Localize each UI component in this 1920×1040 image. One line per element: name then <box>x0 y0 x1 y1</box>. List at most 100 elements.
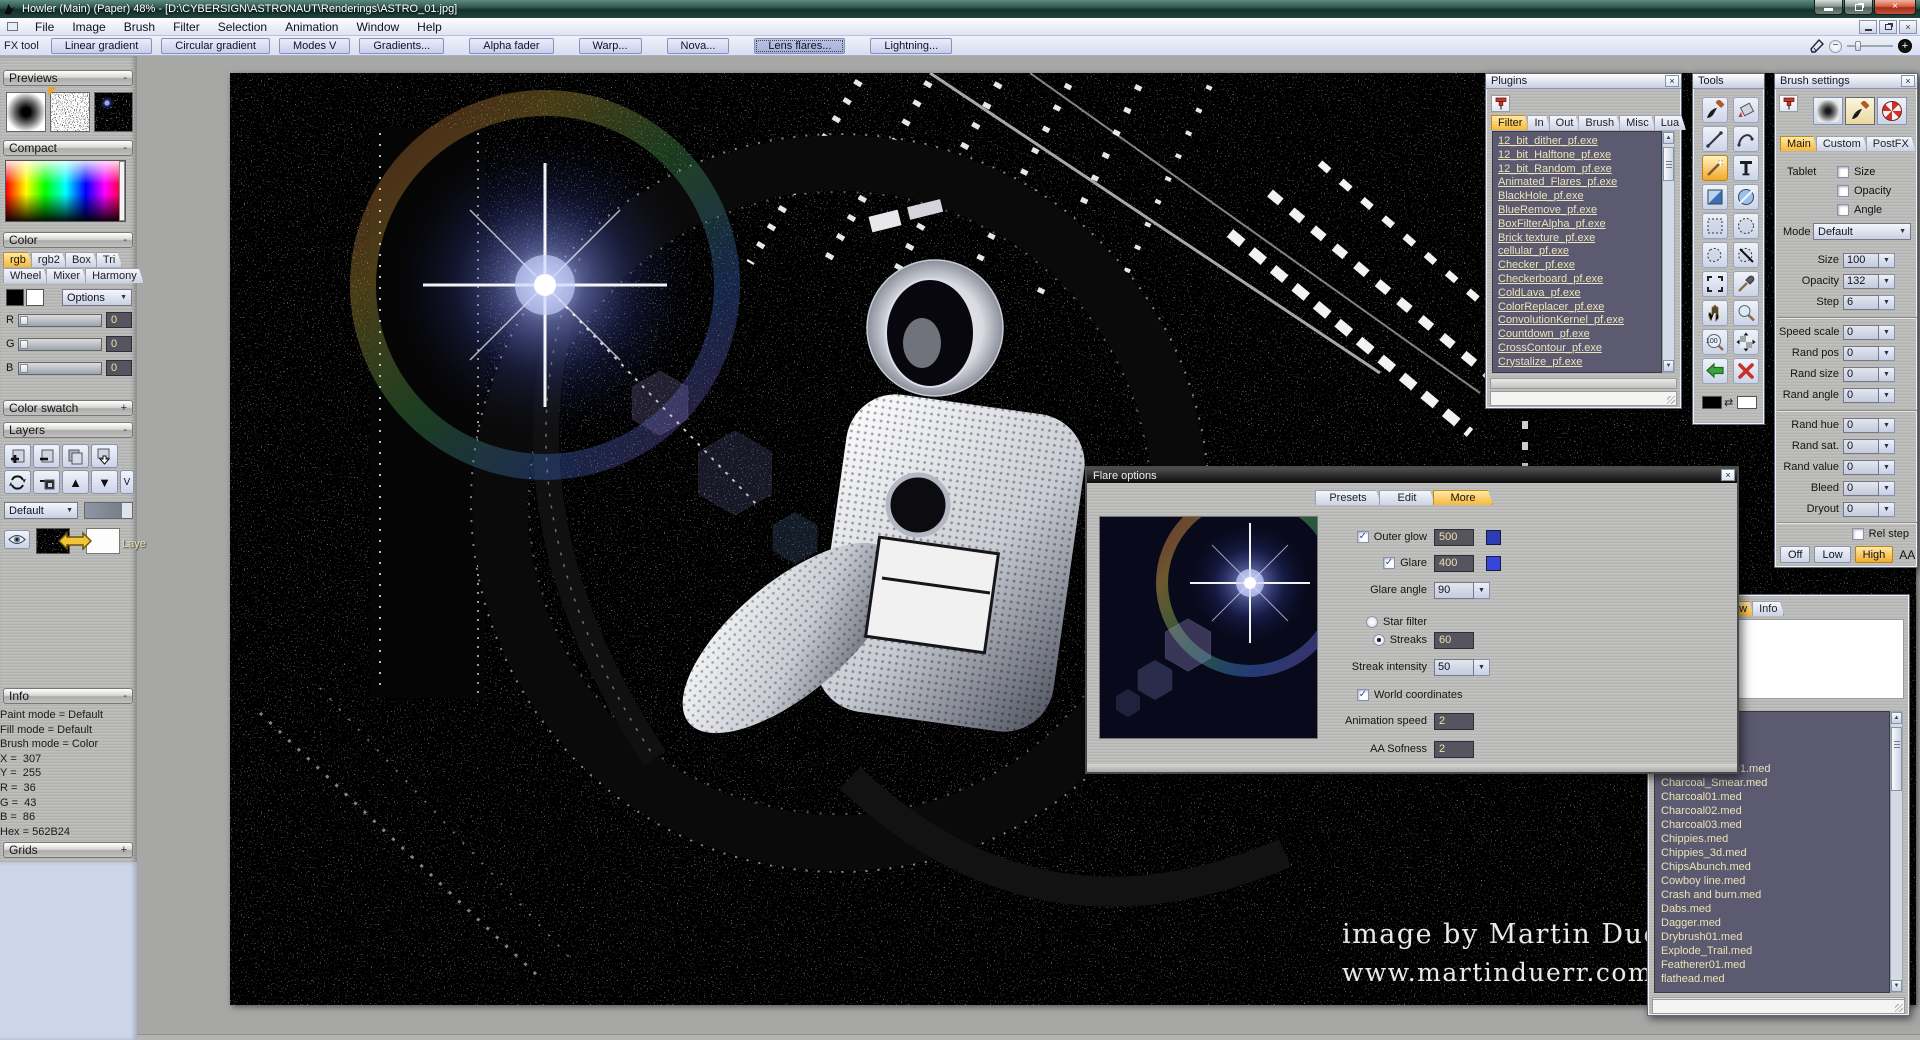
layer-visibility-button[interactable] <box>4 530 30 549</box>
layer-down-button[interactable]: ▼ <box>91 470 118 494</box>
tab-presets[interactable]: Presets <box>1315 490 1381 505</box>
streaks-radio[interactable] <box>1373 634 1385 646</box>
toolbar-button[interactable]: Linear gradient <box>51 38 152 54</box>
layer-mode-dropdown[interactable]: Default ▼ <box>4 502 78 519</box>
rect-select-tool[interactable] <box>1702 213 1728 239</box>
scroll-up-icon[interactable]: ▲ <box>1891 712 1902 724</box>
crop-tool[interactable] <box>1702 271 1728 297</box>
brush-settings-titlebar[interactable]: Brush settings × <box>1775 74 1917 89</box>
menu-item[interactable]: Filter <box>164 19 209 35</box>
eyedropper-tool[interactable] <box>1733 271 1759 297</box>
plugin-file-link[interactable]: ColdLava_pf.exe <box>1498 287 1656 301</box>
g-value[interactable]: 0 <box>106 336 132 352</box>
param-value[interactable]: 132 <box>1843 274 1879 289</box>
color-tab[interactable]: rgb <box>3 252 33 267</box>
primary-color-swatch[interactable] <box>6 289 24 306</box>
cycle-layers-button[interactable] <box>4 470 31 494</box>
magic-wand-tool[interactable] <box>1702 155 1728 181</box>
collapse-toggle[interactable]: + <box>121 402 127 414</box>
param-value[interactable]: 0 <box>1843 388 1879 403</box>
dropdown-arrow-icon[interactable]: ▼ <box>1879 460 1895 475</box>
toolbar-button[interactable]: Modes V <box>279 38 350 54</box>
streak-intensity-value[interactable]: 50 <box>1434 659 1474 676</box>
plugin-file-link[interactable]: 12_bit_Random_pf.exe <box>1498 163 1656 177</box>
lasso-select-tool[interactable] <box>1702 242 1728 268</box>
outer-glow-checkbox[interactable]: ✓ <box>1357 531 1369 543</box>
plugin-file-link[interactable]: Animated_Flares_pf.exe <box>1498 176 1656 190</box>
brush-file-item[interactable]: Charcoal01.med <box>1661 790 1883 804</box>
toolbar-button[interactable]: Nova... <box>667 38 730 54</box>
dropdown-arrow-icon[interactable]: ▼ <box>1879 346 1895 361</box>
zoom-100-tool[interactable]: 100 <box>1702 329 1728 355</box>
glare-color-swatch[interactable] <box>1486 556 1501 571</box>
menu-item[interactable]: Animation <box>276 19 347 35</box>
brush-file-item[interactable]: Chippies_3d.med <box>1661 846 1883 860</box>
quality-high-button[interactable]: High <box>1855 546 1894 563</box>
section-header-color[interactable]: Color - <box>3 232 133 248</box>
dropdown-arrow-icon[interactable]: ▼ <box>1879 481 1895 496</box>
zoom-tool[interactable] <box>1733 300 1759 326</box>
line-tool[interactable] <box>1702 126 1728 152</box>
gradient-rect-tool[interactable] <box>1702 184 1728 210</box>
swap-layers-icon[interactable] <box>58 530 92 552</box>
dropdown-arrow-icon[interactable]: ▼ <box>1879 439 1895 454</box>
stylus-icon[interactable] <box>1810 39 1824 53</box>
param-value[interactable]: 0 <box>1843 502 1879 517</box>
brush-file-item[interactable]: Cowboy line.med <box>1661 874 1883 888</box>
plugin-file-link[interactable]: 12_bit_Halftone_pf.exe <box>1498 149 1656 163</box>
brush-mode-dropdown[interactable]: Default ▼ <box>1813 223 1911 240</box>
section-header-grids[interactable]: Grids + <box>3 842 133 858</box>
param-value[interactable]: 0 <box>1843 346 1879 361</box>
document-icon[interactable] <box>7 22 18 31</box>
lifesaver-button[interactable] <box>1877 97 1907 125</box>
quality-aa-label[interactable]: AA <box>1899 548 1915 562</box>
brush-file-item[interactable]: Dagger.med <box>1661 916 1883 930</box>
param-value[interactable]: 0 <box>1843 418 1879 433</box>
tab-custom[interactable]: Custom <box>1816 136 1868 151</box>
brush-file-item[interactable]: ChipsAbunch.med <box>1661 860 1883 874</box>
resize-grip[interactable] <box>1895 1004 1903 1012</box>
glare-checkbox[interactable]: ✓ <box>1383 557 1395 569</box>
brush-panel-input[interactable] <box>1652 999 1905 1014</box>
section-header-info[interactable]: Info - <box>3 688 133 704</box>
layer-frames-button[interactable] <box>33 470 60 494</box>
toolbar-button[interactable]: Gradients... <box>359 38 444 54</box>
plugin-file-link[interactable]: CrossContour_pf.exe <box>1498 342 1656 356</box>
brush-file-item[interactable]: flathead.med <box>1661 972 1883 986</box>
streaks-value[interactable]: 60 <box>1434 632 1474 649</box>
canvas-bottom-scrollbar[interactable] <box>137 1034 1920 1040</box>
section-header-compact[interactable]: Compact - <box>3 140 133 156</box>
checkbox[interactable]: ✓ <box>1837 166 1849 178</box>
zoom-out-button[interactable]: − <box>1829 40 1842 53</box>
tab-info[interactable]: Info <box>1752 601 1784 616</box>
dropdown-arrow-icon[interactable]: ▼ <box>1879 325 1895 340</box>
close-button[interactable]: × <box>1874 0 1916 15</box>
animation-speed-value[interactable]: 2 <box>1434 713 1474 730</box>
plugin-file-link[interactable]: BlackHole_pf.exe <box>1498 190 1656 204</box>
color-options-dropdown[interactable]: Options ▼ <box>62 289 132 306</box>
add-layer-button[interactable] <box>4 444 31 468</box>
menu-item[interactable]: Image <box>63 19 114 35</box>
collapse-toggle[interactable]: - <box>123 142 127 154</box>
b-slider[interactable] <box>18 362 102 375</box>
checkbox[interactable]: ✓ <box>1837 204 1849 216</box>
tab-edit[interactable]: Edit <box>1379 490 1435 505</box>
plugins-scrollbar[interactable]: ▲ ▼ <box>1662 131 1675 373</box>
glare-value[interactable]: 400 <box>1434 555 1474 572</box>
compact-scrollbar[interactable] <box>119 161 125 221</box>
dropdown-arrow-icon[interactable]: ▼ <box>1879 418 1895 433</box>
layer-up-button[interactable]: ▲ <box>62 470 89 494</box>
restore-button[interactable] <box>1844 0 1873 15</box>
mdi-restore-button[interactable] <box>1879 20 1897 34</box>
fill-bucket-tool[interactable] <box>1733 97 1759 123</box>
collapse-toggle[interactable]: - <box>123 690 127 702</box>
scroll-up-icon[interactable]: ▲ <box>1663 132 1674 144</box>
paintbrush-tool[interactable] <box>1702 97 1728 123</box>
brush-shape-preview[interactable] <box>6 92 46 132</box>
clear-tool[interactable] <box>1733 358 1759 384</box>
brush-file-item[interactable]: Charcoal03.med <box>1661 818 1883 832</box>
world-coordinates-checkbox[interactable]: ✓ <box>1357 689 1369 701</box>
slider-thumb[interactable] <box>20 316 28 325</box>
dropdown-arrow-icon[interactable]: ▼ <box>1879 367 1895 382</box>
foreground-color-swatch[interactable] <box>1702 396 1722 409</box>
